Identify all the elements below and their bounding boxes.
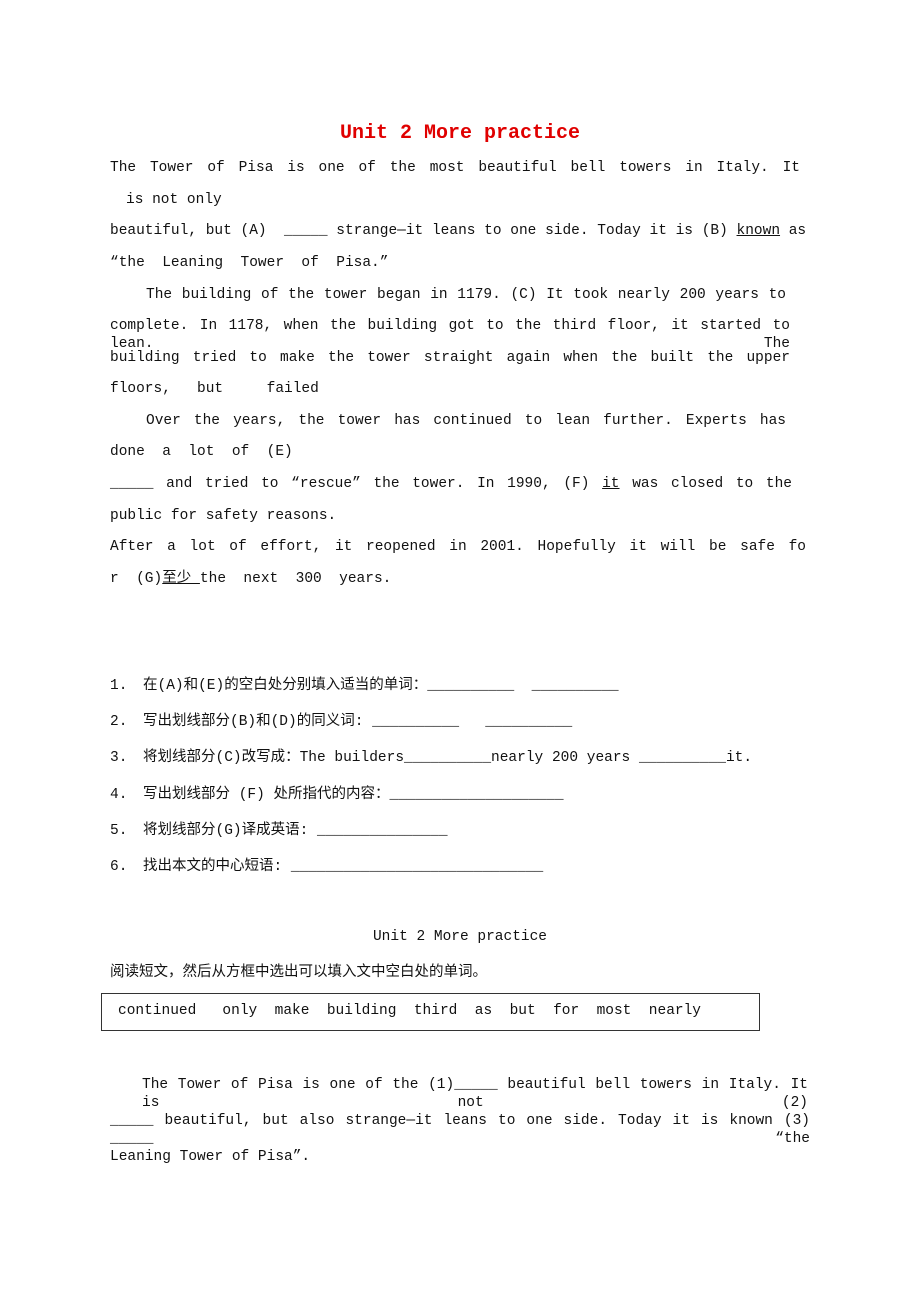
passage-line: _____ and tried to “rescue” the tower. I… [110, 475, 792, 493]
underlined-text: it [602, 476, 620, 492]
paragraph-line: _____ beautiful, but also strange—it lea… [110, 1113, 810, 1147]
passage-line: complete. In 1178, when the building got… [110, 317, 790, 352]
text-run: complete. In 1178, when the building got… [110, 318, 790, 352]
text-run: floors, but failed [110, 381, 319, 397]
question-text: 在(A)和(E)的空白处分别填入适当的单词：__________ _______… [143, 678, 619, 694]
paragraph-line: Leaning Tower of Pisa”. [110, 1149, 311, 1165]
passage-line: The Tower of Pisa is one of the most bea… [110, 159, 800, 177]
passage-line: The building of the tower began in 1179.… [146, 286, 786, 304]
text-run: “the Leaning Tower of Pisa.” [110, 255, 389, 271]
section-title: Unit 2 More practice [372, 929, 548, 945]
passage-line: is not only [126, 191, 222, 209]
text-run: The Tower of Pisa is one of the most bea… [110, 160, 800, 176]
document-title: Unit 2 More practice [339, 122, 581, 145]
passage-line: public for safety reasons. [110, 507, 336, 525]
question-text: 找出本文的中心短语: _____________________________ [143, 859, 544, 875]
passage-line: r (G)至少 the next 300 years. [110, 570, 391, 588]
instruction: 阅读短文，然后从方框中选出可以填入文中空白处的单词。 [110, 965, 487, 981]
text-run: was closed to the [632, 476, 792, 492]
text-run: strange—it leans to one side. Today it i… [327, 223, 737, 239]
text-run: _____ and tried to “rescue” the tower. I… [110, 476, 590, 492]
underlined-text: known [736, 223, 781, 239]
text-run: is not only [126, 192, 222, 208]
question-text: 写出划线部分(B)和(D)的同义词: __________ __________ [143, 714, 573, 731]
text-run: done a lot of (E) [110, 444, 293, 460]
passage-line: building tried to make the tower straigh… [110, 349, 790, 367]
text-run: beautiful, but (A) [110, 223, 285, 239]
word-box: continued only make building third as bu… [101, 993, 760, 1031]
underlined-text: 至少 [162, 571, 200, 587]
text-run: as [780, 223, 807, 239]
text-run: the next 300 years. [199, 571, 392, 587]
word-box-words: continued only make building third as bu… [118, 1003, 701, 1019]
question-number: 4. [110, 786, 128, 803]
document-page: Unit 2 More practice The Tower of Pisa i… [0, 0, 920, 1302]
text-run: r (G) [110, 571, 163, 587]
text-run: The building of the tower began in 1179.… [146, 287, 786, 303]
question-number: 5. [110, 822, 128, 839]
passage-line: Over the years, the tower has continued … [146, 412, 786, 430]
paragraph-line: The Tower of Pisa is one of the (1)_____… [142, 1077, 808, 1111]
text-run: After a lot of effort, it reopened in 20… [110, 539, 806, 555]
question-text: 写出划线部分 (F) 处所指代的内容：____________________ [143, 786, 564, 803]
passage-line: After a lot of effort, it reopened in 20… [110, 538, 806, 556]
question-number: 6. [110, 859, 128, 875]
question-text: 将划线部分(C)改写成：The builders__________nearly… [143, 750, 753, 767]
question-number: 3. [110, 750, 128, 767]
question-number: 2. [110, 714, 128, 731]
question-text: 将划线部分(G)译成英语: _______________ [143, 822, 448, 839]
question-number: 1. [110, 678, 128, 694]
passage-line: done a lot of (E) [110, 443, 293, 461]
passage-line: floors, but failed [110, 380, 319, 398]
text-run: building tried to make the tower straigh… [110, 350, 790, 366]
text-run: public for safety reasons. [110, 508, 337, 524]
passage-line: “the Leaning Tower of Pisa.” [110, 254, 388, 272]
passage-line: beautiful, but (A) _____ strange—it lean… [110, 222, 806, 240]
text-run: Over the years, the tower has continued … [146, 413, 786, 429]
text-run: _____ [284, 223, 328, 239]
